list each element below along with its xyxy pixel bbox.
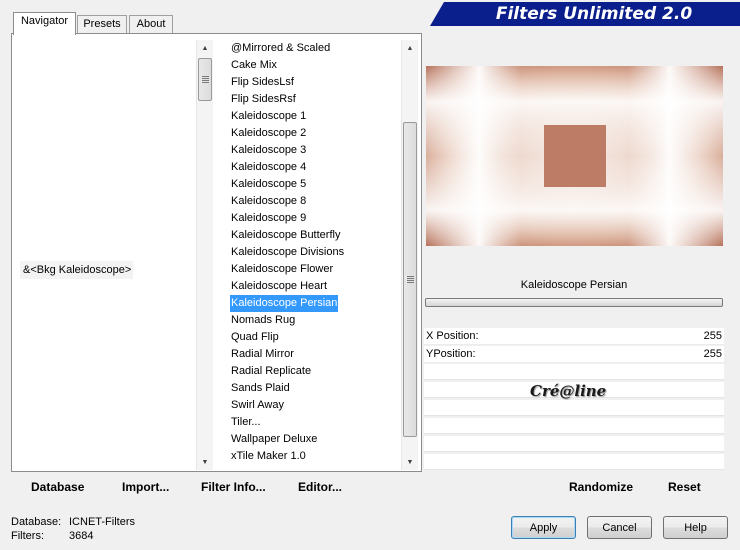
filter-item[interactable]: Flip SidesLsf	[230, 74, 295, 91]
scroll-up-arrow-icon[interactable]: ▲	[197, 40, 213, 56]
scrollbar-thumb[interactable]	[403, 122, 417, 437]
category-list[interactable]	[14, 38, 194, 470]
param-row-x-position[interactable]: X Position: 255	[424, 328, 724, 345]
filter-list[interactable]: @Mirrored & Scaled Cake Mix Flip SidesLs…	[218, 38, 401, 470]
filter-item[interactable]: xTile Maker 1.0	[230, 448, 307, 465]
database-button[interactable]: Database	[31, 480, 84, 494]
selected-filter-name: Kaleidoscope Persian	[424, 273, 724, 297]
database-label: Database:	[11, 516, 62, 528]
param-row-empty	[424, 364, 724, 380]
param-value[interactable]: 255	[704, 346, 722, 363]
filter-item[interactable]: Kaleidoscope 4	[230, 159, 307, 176]
scroll-down-arrow-icon[interactable]: ▼	[197, 454, 213, 470]
param-row-y-position[interactable]: YPosition: 255	[424, 346, 724, 363]
cancel-button[interactable]: Cancel	[587, 516, 652, 539]
preview-center-square	[544, 125, 606, 187]
scrollbar-thumb[interactable]	[198, 58, 212, 101]
param-row-empty	[424, 400, 724, 416]
help-button[interactable]: Help	[663, 516, 728, 539]
filter-item[interactable]: Kaleidoscope 9	[230, 210, 307, 227]
editor-button[interactable]: Editor...	[298, 480, 342, 494]
author-signature-logo: Cré@line	[530, 382, 607, 400]
param-row-empty	[424, 436, 724, 452]
app-title: Filters Unlimited 2.0	[495, 4, 693, 24]
filter-item[interactable]: Kaleidoscope 1	[230, 108, 307, 125]
filter-item[interactable]: Sands Plaid	[230, 380, 291, 397]
filter-item[interactable]: Quad Flip	[230, 329, 280, 346]
category-list-scrollbar[interactable]: ▲ ▼	[196, 40, 213, 470]
tab-about[interactable]: About	[129, 15, 173, 34]
filter-info-button[interactable]: Filter Info...	[201, 480, 266, 494]
filter-progress-bar	[425, 298, 723, 307]
import-button[interactable]: Import...	[122, 480, 169, 494]
filter-item[interactable]: Kaleidoscope Flower	[230, 261, 334, 278]
param-value[interactable]: 255	[704, 328, 722, 345]
tab-navigator[interactable]: Navigator	[13, 12, 76, 35]
filter-item[interactable]: Kaleidoscope 5	[230, 176, 307, 193]
filter-list-scrollbar[interactable]: ▲ ▼	[401, 40, 418, 470]
app-title-banner: Filters Unlimited 2.0	[430, 2, 740, 26]
filter-item[interactable]: Nomads Rug	[230, 312, 296, 329]
param-row-empty	[424, 454, 724, 470]
scroll-down-arrow-icon[interactable]: ▼	[402, 454, 418, 470]
filter-item[interactable]: Kaleidoscope Butterfly	[230, 227, 341, 244]
filters-count-label: Filters:	[11, 530, 44, 542]
filter-item[interactable]: Kaleidoscope Heart	[230, 278, 328, 295]
param-label: X Position:	[426, 330, 479, 342]
filter-item[interactable]: Radial Mirror	[230, 346, 295, 363]
filter-item[interactable]: @Mirrored & Scaled	[230, 40, 331, 57]
tab-presets[interactable]: Presets	[77, 15, 127, 34]
filter-item[interactable]: Kaleidoscope 8	[230, 193, 307, 210]
filter-item[interactable]: Radial Replicate	[230, 363, 312, 380]
filter-item[interactable]: Kaleidoscope Divisions	[230, 244, 345, 261]
randomize-button[interactable]: Randomize	[569, 480, 633, 494]
scroll-up-arrow-icon[interactable]: ▲	[402, 40, 418, 56]
reset-button[interactable]: Reset	[668, 480, 701, 494]
apply-button[interactable]: Apply	[511, 516, 576, 539]
filter-item[interactable]: Swirl Away	[230, 397, 285, 414]
filters-count-value: 3684	[69, 530, 94, 542]
filter-item[interactable]: Wallpaper Deluxe	[230, 431, 318, 448]
filter-item[interactable]: Tiler...	[230, 414, 262, 431]
grip-icon	[407, 276, 414, 283]
database-value: ICNET-Filters	[69, 516, 135, 528]
filter-item-selected[interactable]: Kaleidoscope Persian	[230, 295, 339, 312]
filter-item[interactable]: Kaleidoscope 3	[230, 142, 307, 159]
filter-item[interactable]: Flip SidesRsf	[230, 91, 297, 108]
filter-item[interactable]: Kaleidoscope 2	[230, 125, 307, 142]
grip-icon	[202, 76, 209, 83]
param-row-empty	[424, 418, 724, 434]
param-label: YPosition:	[426, 348, 476, 360]
category-item-selected[interactable]: &<Bkg Kaleidoscope>	[20, 261, 133, 279]
filter-item[interactable]: Cake Mix	[230, 57, 278, 74]
